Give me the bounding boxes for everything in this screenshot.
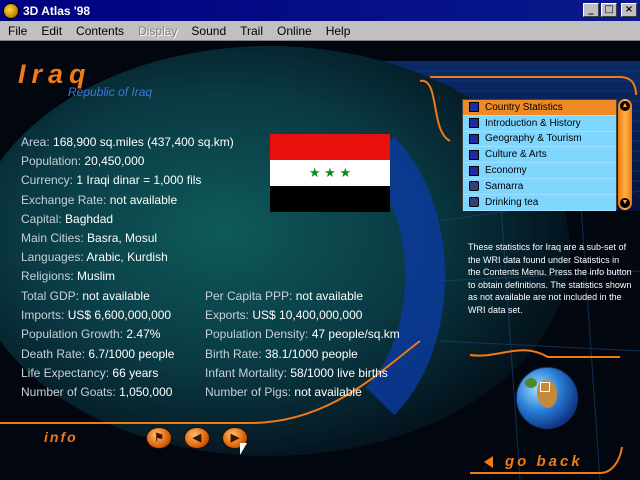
stat-row: Population Growth: 2.47% — [21, 327, 161, 342]
menu-trail[interactable]: Trail — [232, 24, 269, 38]
menu-sound[interactable]: Sound — [183, 24, 232, 38]
topic-item-introduction-history[interactable]: Introduction & History — [463, 115, 616, 132]
country-official-name: Republic of Iraq — [68, 85, 153, 99]
stat-row: Infant Mortality: 58/1000 live births — [205, 365, 388, 380]
page-icon — [469, 118, 479, 129]
topic-list-scrollbar[interactable]: ▲ ▼ — [618, 99, 632, 210]
stat-row: Per Capita PPP: not available — [205, 289, 364, 303]
stat-row: Life Expectancy: 66 years — [21, 365, 159, 380]
continent-shape — [525, 378, 537, 388]
stat-row: Main Cities: Basra, Mosul — [21, 231, 158, 246]
topic-list[interactable]: Country Statistics Introduction & Histor… — [462, 99, 617, 211]
general-stats: Area: 168,900 sq.miles (437,400 sq.km) P… — [21, 133, 234, 287]
window-title: 3D Atlas '98 — [23, 3, 91, 18]
flag-stars: ★ ★ ★ — [308, 165, 352, 180]
stat-row: Languages: Arabic, Kurdish — [21, 250, 168, 265]
topic-item-country-statistics[interactable]: Country Statistics — [463, 100, 616, 116]
statistics-description: These statistics for Iraq are a sub-set … — [468, 242, 632, 315]
topic-item-economy[interactable]: Economy — [463, 163, 616, 179]
stat-row: Population Density: 47 people/sq.km — [205, 327, 400, 342]
topic-item-samarra[interactable]: Samarra — [463, 178, 616, 195]
menu-bar: File Edit Contents Display Sound Trail O… — [0, 21, 640, 41]
scroll-down-arrow-icon[interactable]: ▼ — [620, 198, 630, 208]
minimize-button[interactable]: _ — [583, 3, 599, 17]
camera-icon — [469, 181, 479, 192]
menu-online[interactable]: Online — [269, 24, 318, 38]
menu-contents[interactable]: Contents — [68, 24, 130, 38]
scroll-up-arrow-icon[interactable]: ▲ — [620, 101, 630, 111]
atlas-app-icon[interactable] — [3, 2, 19, 19]
economic-stats-right: Per Capita PPP: not available Exports: U… — [205, 287, 400, 402]
topic-item-drinking-tea[interactable]: Drinking tea — [463, 194, 616, 211]
title-bar[interactable]: 3D Atlas '98 _ □ × — [0, 0, 640, 21]
menu-edit[interactable]: Edit — [33, 24, 68, 38]
flag-black-band — [270, 186, 390, 212]
camera-icon — [469, 197, 479, 208]
stat-row: Area: 168,900 sq.miles (437,400 sq.km) — [21, 135, 234, 149]
mouse-cursor-icon — [240, 443, 247, 455]
stat-row: Capital: Baghdad — [21, 211, 114, 226]
menu-file[interactable]: File — [0, 24, 33, 38]
stat-row: Currency: 1 Iraqi dinar = 1,000 fils — [21, 173, 202, 188]
flag-red-band — [270, 134, 390, 160]
atlas-content-area: Iraq Republic of Iraq ★ ★ ★ Area: 168,90… — [0, 41, 640, 480]
stat-row: Population: 20,450,000 — [21, 154, 145, 169]
topic-item-culture-arts[interactable]: Culture & Arts — [463, 147, 616, 164]
back-nav-button[interactable]: ◀ — [184, 427, 210, 449]
page-icon — [469, 149, 479, 160]
page-icon — [469, 102, 479, 113]
page-icon — [469, 133, 479, 144]
stat-row: Death Rate: 6.7/1000 people — [21, 346, 175, 361]
menu-help[interactable]: Help — [318, 24, 357, 38]
topic-item-geography-tourism[interactable]: Geography & Tourism — [463, 131, 616, 148]
window-controls: _ □ × — [583, 3, 637, 17]
maximize-button[interactable]: □ — [601, 3, 617, 17]
stat-row: Birth Rate: 38.1/1000 people — [205, 346, 358, 361]
close-button[interactable]: × — [621, 3, 637, 17]
economic-stats-left: Total GDP: not available Imports: US$ 6,… — [21, 287, 174, 402]
flag-white-band: ★ ★ ★ — [270, 160, 390, 186]
stat-row: Religions: Muslim — [21, 269, 116, 284]
stat-row: Imports: US$ 6,600,000,000 — [21, 308, 172, 323]
location-marker-icon — [540, 382, 550, 392]
flag-nav-button[interactable]: ⚑ — [146, 427, 172, 449]
go-back-button[interactable]: go back — [505, 453, 583, 470]
country-flag: ★ ★ ★ — [270, 134, 390, 212]
page-icon — [469, 165, 479, 176]
go-back-arrow-icon[interactable] — [484, 456, 493, 468]
stat-row: Number of Pigs: not available — [205, 385, 362, 400]
menu-display: Display — [138, 23, 178, 38]
stat-row: Exchange Rate: not available — [21, 192, 178, 207]
globe-icon[interactable] — [516, 367, 578, 429]
stat-row: Number of Goats: 1,050,000 — [21, 385, 173, 400]
info-button[interactable]: info — [44, 429, 78, 445]
stat-row: Exports: US$ 10,400,000,000 — [205, 308, 363, 323]
stat-row: Total GDP: not available — [21, 289, 150, 303]
